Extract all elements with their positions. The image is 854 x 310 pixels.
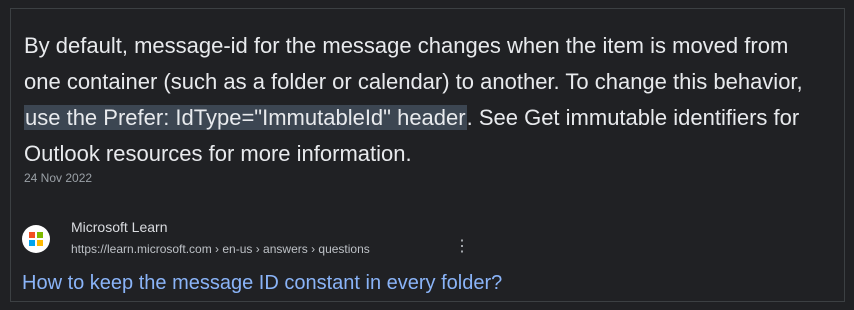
snippet-highlight: use the Prefer: IdType="ImmutableId" hea… (24, 105, 467, 130)
more-options-icon[interactable]: ⋮ (454, 236, 470, 258)
snippet-text-before: By default, message-id for the message c… (24, 33, 803, 94)
site-name: Microsoft Learn (71, 219, 168, 235)
microsoft-logo-icon (22, 225, 50, 253)
microsoft-logo-red-square (29, 232, 35, 238)
result-title-link[interactable]: How to keep the message ID constant in e… (22, 272, 502, 295)
microsoft-logo-yellow-square (37, 240, 43, 246)
snippet-date: 24 Nov 2022 (24, 171, 93, 185)
microsoft-logo-grid (29, 232, 43, 246)
site-breadcrumb: https://learn.microsoft.com › en-us › an… (71, 242, 370, 256)
featured-snippet: By default, message-id for the message c… (24, 28, 829, 172)
microsoft-logo-blue-square (29, 240, 35, 246)
microsoft-logo-green-square (37, 232, 43, 238)
